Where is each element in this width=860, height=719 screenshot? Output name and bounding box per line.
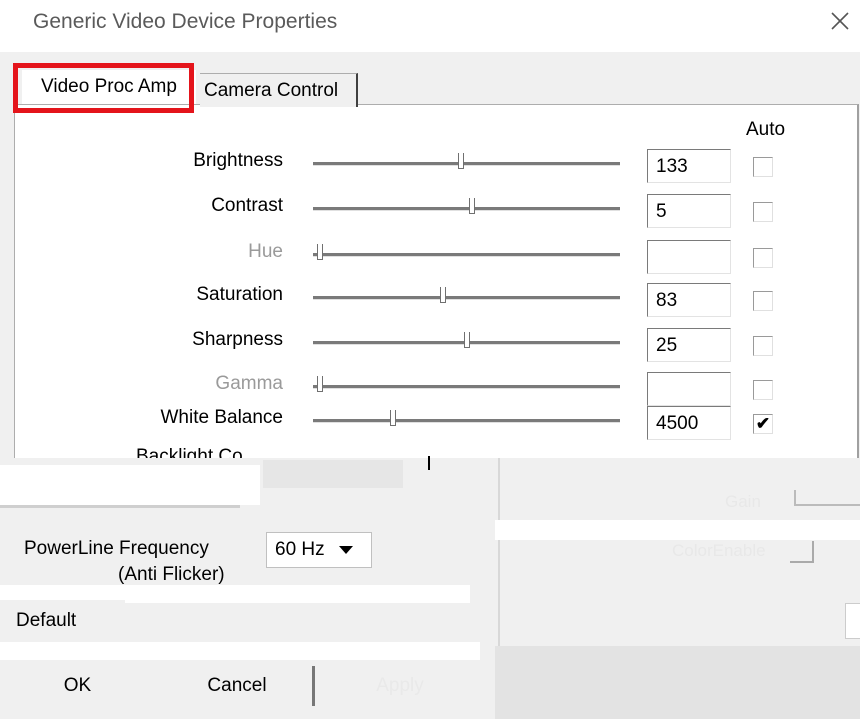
auto-checkbox[interactable] <box>753 202 773 222</box>
value-field[interactable] <box>647 372 731 406</box>
ghost-box <box>845 603 860 639</box>
auto-checkbox[interactable]: ✔ <box>753 414 773 434</box>
slider-thumb[interactable] <box>469 198 476 214</box>
auto-checkbox[interactable] <box>753 336 773 356</box>
tab-label: Camera Control <box>204 79 339 101</box>
highlight-box <box>13 63 194 113</box>
slider-thumb[interactable] <box>463 332 470 348</box>
slider-track[interactable] <box>313 162 620 166</box>
value-field[interactable]: 83 <box>647 283 731 317</box>
slider-thumb[interactable] <box>390 410 397 426</box>
auto-checkbox[interactable] <box>753 380 773 400</box>
value-field[interactable]: 25 <box>647 328 731 362</box>
gain-label: Gain <box>725 492 761 511</box>
panel-strip <box>0 465 260 505</box>
ok-label: OK <box>63 675 92 696</box>
slider-track[interactable] <box>313 385 620 389</box>
auto-column-header: Auto <box>746 119 786 140</box>
slider-thumb[interactable] <box>440 287 447 303</box>
apply-button[interactable]: Apply <box>325 666 475 706</box>
control-label: Hue <box>248 241 283 262</box>
value-field[interactable]: 133 <box>647 149 731 183</box>
value-field[interactable] <box>647 240 731 274</box>
gain-slider[interactable] <box>794 490 860 506</box>
powerline-select[interactable]: 60 Hz <box>266 532 372 568</box>
panel-strip <box>495 520 860 540</box>
auto-checkbox[interactable] <box>753 157 773 177</box>
ghost-track <box>0 505 240 508</box>
powerline-label: PowerLine Frequency <box>24 538 209 559</box>
control-label: Sharpness <box>192 329 283 350</box>
value-field[interactable]: 4500 <box>647 406 731 440</box>
cancel-button[interactable]: Cancel <box>162 666 315 706</box>
slider-thumb[interactable] <box>317 244 323 260</box>
powerline-sublabel: (Anti Flicker) <box>118 564 225 585</box>
color-enable-checkbox[interactable] <box>790 541 814 563</box>
powerline-value: 60 Hz <box>275 539 325 560</box>
slider-thumb[interactable] <box>457 153 464 169</box>
slider-track[interactable] <box>313 419 620 423</box>
chevron-down-icon <box>338 546 353 554</box>
control-label: Gamma <box>215 373 283 394</box>
panel-strip <box>495 646 860 719</box>
ok-button[interactable]: OK <box>5 666 150 706</box>
value-field[interactable]: 5 <box>647 194 731 228</box>
panel-strip <box>0 642 480 660</box>
window-title: Generic Video Device Properties <box>33 10 338 33</box>
close-icon[interactable] <box>823 4 857 38</box>
color-enable-label: ColorEnable <box>672 541 766 560</box>
auto-checkbox[interactable] <box>753 291 773 311</box>
apply-label: Apply <box>376 675 424 696</box>
ghost-block <box>263 460 403 488</box>
ghost-tick <box>428 456 430 470</box>
auto-checkbox[interactable] <box>753 248 773 268</box>
control-label: White Balance <box>160 407 283 428</box>
slider-track[interactable] <box>313 253 620 257</box>
control-label: Brightness <box>193 150 283 171</box>
control-label: Saturation <box>196 284 283 305</box>
default-button-label: Default <box>16 610 77 631</box>
default-button[interactable]: Default <box>0 600 125 642</box>
tab-camera-control[interactable]: Camera Control <box>200 73 358 107</box>
slider-track[interactable] <box>313 296 620 300</box>
slider-track[interactable] <box>313 207 620 211</box>
cancel-label: Cancel <box>207 675 267 696</box>
slider-thumb[interactable] <box>317 376 323 392</box>
control-label: Contrast <box>211 195 283 216</box>
